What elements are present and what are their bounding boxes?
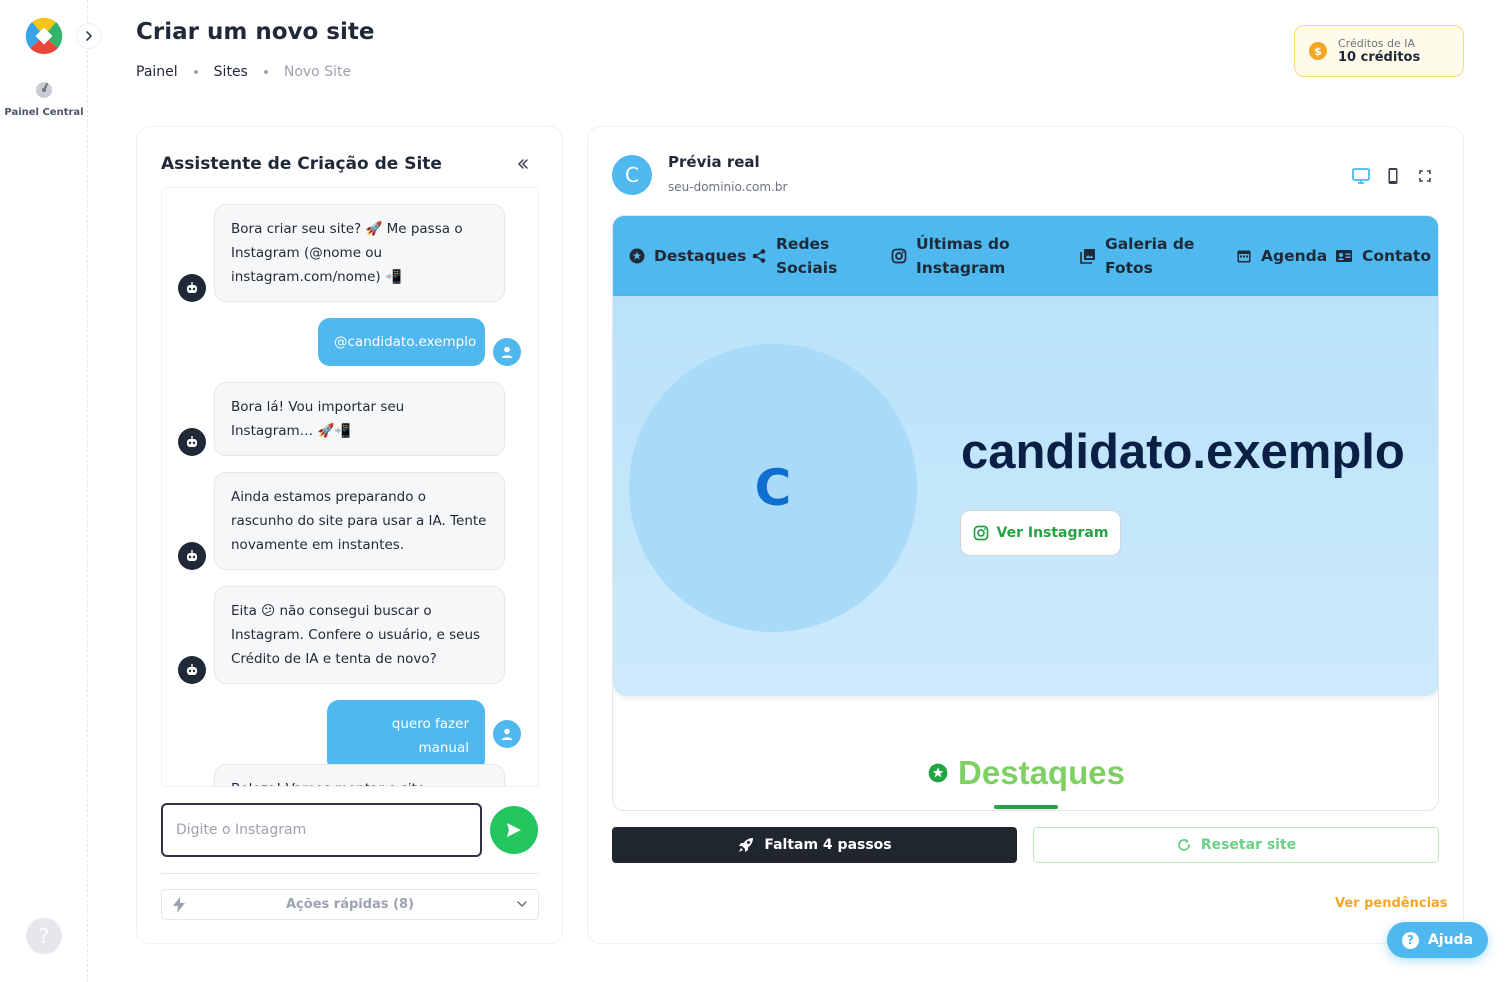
site-nav-destaques[interactable]: Destaques	[629, 244, 751, 268]
divider	[161, 873, 539, 874]
bot-message: Eita 😕 não consegui buscar o Instagram. …	[214, 586, 505, 684]
bot-avatar-icon	[178, 542, 206, 570]
section-heading: Destaques	[613, 754, 1438, 792]
chat-assistant-panel: Assistente de Criação de Site Bora criar…	[136, 126, 563, 944]
ai-credits-badge[interactable]: $ Créditos de IA 10 créditos	[1294, 25, 1464, 77]
contact-card-icon	[1336, 250, 1352, 262]
ver-instagram-label: Ver Instagram	[996, 525, 1109, 541]
photo-library-icon	[1080, 249, 1095, 264]
breadcrumb-sites[interactable]: Sites	[214, 64, 248, 80]
breadcrumb-painel[interactable]: Painel	[136, 64, 178, 80]
nav-item-painel-central[interactable]: Painel Central	[0, 78, 88, 118]
mobile-view-button[interactable]	[1382, 165, 1404, 187]
instagram-icon	[973, 525, 988, 541]
star-circle-icon	[928, 763, 948, 783]
site-preview-panel: C Prévia real seu-dominio.com.br Destaqu…	[587, 126, 1464, 944]
site-nav-label: Galeria de Fotos	[1105, 235, 1195, 277]
nav-item-label: Painel Central	[4, 107, 84, 118]
chevron-down-icon	[517, 901, 527, 908]
credits-value: 10 créditos	[1338, 50, 1421, 65]
site-navbar: Destaques Redes Sociais Últimas do Insta…	[613, 216, 1438, 296]
side-rail: Painel Central ?	[0, 0, 102, 982]
bot-message: Beleza! Vamos montar o site	[214, 764, 505, 786]
bot-avatar-icon	[178, 656, 206, 684]
site-nav-label: Redes Sociais	[776, 235, 838, 277]
remaining-steps-button[interactable]: Faltam 4 passos	[612, 827, 1017, 863]
collapse-panel-button[interactable]	[516, 155, 530, 176]
bot-message: Bora lá! Vou importar seu Instagram… 🚀📲	[214, 382, 505, 456]
rail-help-button[interactable]: ?	[26, 918, 62, 954]
site-nav-agenda[interactable]: Agenda	[1236, 244, 1335, 268]
section-title-text: Destaques	[958, 754, 1125, 791]
site-hero: C candidato.exemplo Ver Instagram	[613, 296, 1438, 696]
help-icon: ?	[1401, 931, 1419, 949]
breadcrumb-current: Novo Site	[283, 64, 352, 80]
lightning-icon	[173, 897, 185, 913]
credits-label: Créditos de IA	[1338, 37, 1416, 50]
site-preview-frame[interactable]: Destaques Redes Sociais Últimas do Insta…	[612, 215, 1439, 811]
site-nav-contato[interactable]: Contato	[1335, 244, 1431, 268]
chat-title: Assistente de Criação de Site	[161, 154, 442, 174]
site-nav-label: Destaques	[654, 247, 747, 265]
user-avatar-icon	[493, 338, 521, 366]
fullscreen-icon	[1419, 170, 1431, 182]
site-nav-label: Agenda	[1261, 247, 1328, 265]
preview-domain: seu-dominio.com.br	[668, 180, 788, 194]
quick-actions-label: Ações rápidas (8)	[286, 897, 414, 912]
send-button[interactable]	[490, 806, 538, 854]
share-icon	[752, 249, 766, 263]
bot-avatar-icon	[178, 274, 206, 302]
site-nav-instagram[interactable]: Últimas do Instagram	[891, 232, 1080, 280]
help-label: Ajuda	[1427, 932, 1474, 948]
mobile-icon	[1388, 168, 1398, 184]
fullscreen-button[interactable]	[1414, 165, 1436, 187]
star-circle-icon	[629, 248, 645, 264]
bot-message: Bora criar seu site? 🚀 Me passa o Instag…	[214, 204, 505, 302]
view-pending-link[interactable]: Ver pendências	[1335, 896, 1448, 911]
section-underline	[994, 805, 1058, 809]
chevron-right-icon	[86, 31, 93, 41]
reset-site-button[interactable]: Resetar site	[1033, 827, 1439, 863]
hero-avatar: C	[629, 344, 917, 632]
desktop-view-button[interactable]	[1350, 165, 1372, 187]
double-chevron-left-icon	[517, 159, 528, 169]
coin-icon: $	[1309, 42, 1327, 60]
refresh-icon	[1177, 839, 1190, 851]
app-logo[interactable]	[24, 16, 64, 56]
help-button[interactable]: ? Ajuda	[1387, 922, 1488, 958]
breadcrumb-separator	[263, 70, 268, 74]
hero-name: candidato.exemplo	[961, 425, 1405, 479]
user-avatar-icon	[493, 720, 521, 748]
instagram-input[interactable]	[161, 803, 482, 857]
preview-title: Prévia real	[668, 153, 760, 171]
site-nav-galeria[interactable]: Galeria de Fotos	[1080, 232, 1236, 280]
dashboard-gauge-icon	[36, 82, 52, 98]
remaining-steps-label: Faltam 4 passos	[764, 837, 892, 853]
bot-message: Ainda estamos preparando o rascunho do s…	[214, 472, 505, 570]
expand-sidebar-button[interactable]	[76, 23, 102, 49]
site-nav-redes-sociais[interactable]: Redes Sociais	[751, 232, 891, 280]
quick-actions-dropdown[interactable]: Ações rápidas (8)	[161, 889, 539, 920]
breadcrumb-separator	[193, 70, 198, 74]
site-nav-label: Contato	[1362, 247, 1431, 265]
user-message: quero fazer manual	[327, 700, 485, 772]
calendar-icon	[1237, 250, 1251, 263]
user-message: @candidato.exemplo	[318, 318, 485, 366]
site-nav-label: Últimas do Instagram	[916, 235, 1010, 277]
bot-avatar-icon	[178, 428, 206, 456]
rocket-icon	[739, 838, 754, 852]
page-title: Criar um novo site	[136, 19, 375, 45]
reset-site-label: Resetar site	[1200, 837, 1297, 853]
ver-instagram-button[interactable]: Ver Instagram	[960, 510, 1121, 556]
instagram-icon	[891, 248, 907, 264]
site-avatar: C	[612, 155, 652, 195]
send-icon	[507, 823, 521, 837]
breadcrumb: Painel Sites Novo Site	[136, 64, 351, 80]
chat-messages[interactable]: Bora criar seu site? 🚀 Me passa o Instag…	[161, 187, 539, 787]
desktop-icon	[1352, 168, 1370, 184]
